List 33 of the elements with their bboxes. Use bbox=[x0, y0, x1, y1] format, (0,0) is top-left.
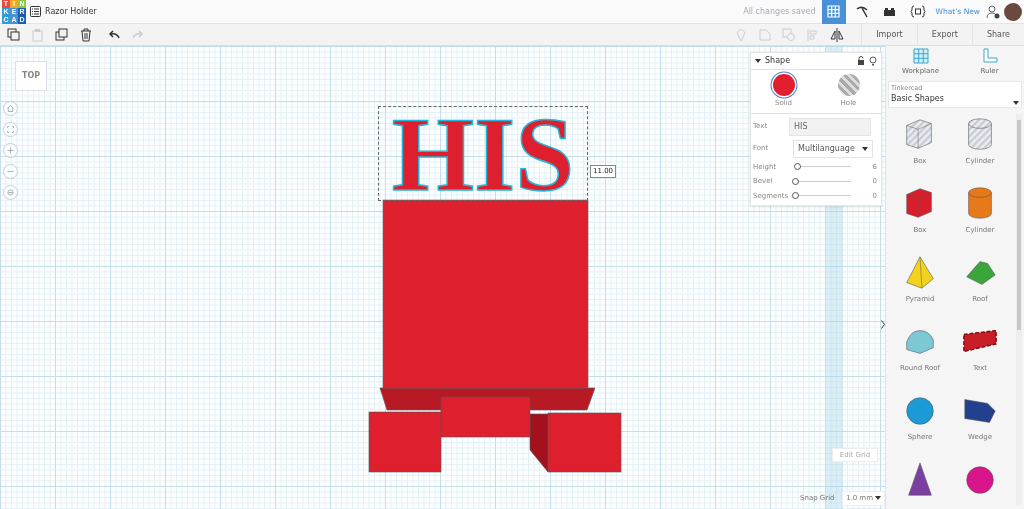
toolbar-button[interactable]: Share bbox=[971, 23, 1024, 46]
caret-icon[interactable] bbox=[1013, 101, 1019, 106]
save-status: All changes saved bbox=[743, 5, 816, 18]
slider-thumb[interactable] bbox=[792, 177, 799, 185]
code-braces-icon[interactable] bbox=[909, 5, 926, 18]
brick-icon[interactable] bbox=[883, 6, 897, 17]
inspector-title: Shape bbox=[765, 55, 791, 67]
duplicate-icon[interactable] bbox=[55, 27, 69, 42]
lock-icon[interactable] bbox=[857, 56, 865, 66]
bulb-icon[interactable] bbox=[869, 56, 877, 66]
category-label: Basic Shapes bbox=[891, 93, 944, 106]
text-field[interactable]: HIS bbox=[789, 117, 871, 136]
toolbar-button[interactable]: Export bbox=[916, 23, 972, 46]
pickaxe-icon[interactable] bbox=[854, 4, 869, 19]
slider-thumb[interactable] bbox=[794, 163, 802, 171]
grid-icon[interactable] bbox=[827, 5, 841, 18]
workplane-icon bbox=[912, 48, 929, 64]
slider-thumb[interactable] bbox=[792, 192, 799, 200]
mirror-icon[interactable] bbox=[830, 27, 845, 42]
font-dropdown[interactable]: Multilanguage bbox=[793, 139, 873, 158]
scrollbar[interactable] bbox=[1016, 114, 1022, 505]
model-text: HIS bbox=[390, 110, 576, 200]
copy-icon[interactable] bbox=[7, 27, 21, 42]
view-cube[interactable]: TOP bbox=[15, 61, 47, 91]
caret-icon bbox=[862, 146, 868, 151]
caret-icon[interactable] bbox=[755, 59, 761, 63]
project-title: Razor Holder bbox=[45, 5, 97, 18]
menu-icon[interactable] bbox=[30, 6, 41, 17]
avatar[interactable] bbox=[1004, 2, 1022, 21]
add-user-icon[interactable] bbox=[986, 4, 1000, 19]
trash-icon[interactable] bbox=[79, 27, 93, 42]
caret-icon bbox=[875, 496, 881, 501]
toolbar-button[interactable]: Import bbox=[861, 23, 917, 46]
